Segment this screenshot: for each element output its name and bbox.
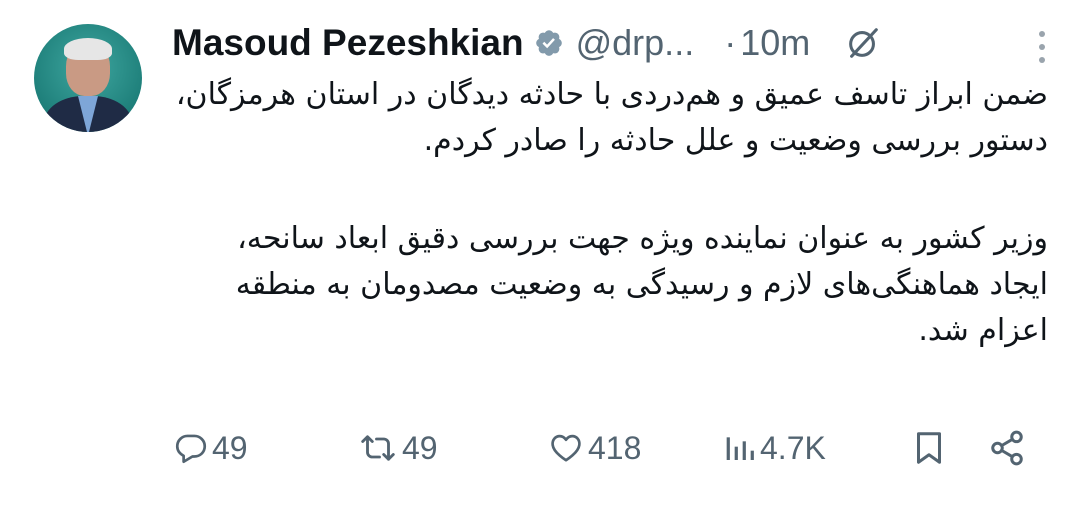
- share-button[interactable]: [988, 420, 1026, 476]
- tweet-paragraph: ضمن ابراز تاسف عمیق و هم‌دردی با حادثه د…: [175, 77, 1048, 158]
- repost-button[interactable]: 49: [358, 420, 438, 476]
- repost-icon: [361, 435, 395, 461]
- avatar-hair: [64, 38, 112, 60]
- grok-icon[interactable]: [844, 24, 882, 62]
- like-count: 418: [588, 429, 642, 466]
- verified-badge-icon[interactable]: [534, 28, 564, 58]
- tweet-text: ضمن ابراز تاسف عمیق و هم‌دردی با حادثه د…: [172, 72, 1048, 354]
- separator-dot: ·: [724, 22, 737, 63]
- share-icon: [991, 430, 1023, 466]
- avatar[interactable]: [34, 24, 142, 132]
- reply-button[interactable]: 49: [174, 420, 248, 476]
- bookmark-button[interactable]: [914, 420, 944, 476]
- author-name[interactable]: Masoud Pezeshkian: [172, 22, 524, 64]
- tweet-header: Masoud Pezeshkian @drp... · 10m: [172, 18, 1052, 68]
- reply-count: 49: [212, 429, 248, 466]
- reply-icon: [175, 434, 207, 464]
- views-icon: [726, 437, 754, 460]
- tweet-actions: 49 49 418 4.7K: [172, 420, 1032, 476]
- like-button[interactable]: 418: [548, 420, 641, 476]
- tweet-time[interactable]: 10m: [740, 22, 810, 64]
- views-count: 4.7K: [760, 429, 826, 466]
- more-icon[interactable]: [1038, 30, 1046, 64]
- bookmark-icon: [917, 432, 941, 464]
- tweet-paragraph: وزیر کشور به عنوان نماینده ویژه جهت بررس…: [235, 221, 1048, 348]
- like-icon: [551, 434, 581, 462]
- views-button[interactable]: 4.7K: [724, 420, 826, 476]
- repost-count: 49: [402, 429, 438, 466]
- author-handle[interactable]: @drp...: [576, 22, 695, 64]
